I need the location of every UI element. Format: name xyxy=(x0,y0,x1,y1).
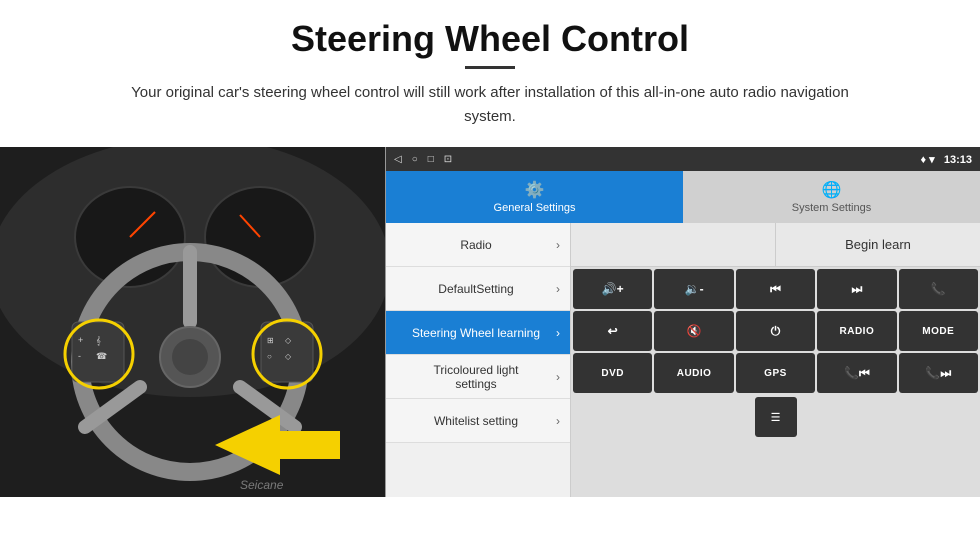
begin-learn-button[interactable]: Begin learn xyxy=(776,223,980,266)
car-image-area: + 𝄞 - ☎ ⊞ ◇ ○ ◇ Seic xyxy=(0,147,385,497)
back-icon: ◁ xyxy=(394,154,402,165)
next-track-button[interactable]: ⏭ xyxy=(817,269,896,309)
menu-icon: ☰ xyxy=(771,411,781,424)
tab-general[interactable]: ⚙️ General Settings xyxy=(386,171,683,223)
menu-item-radio[interactable]: Radio › xyxy=(386,223,570,267)
left-menu: Radio › DefaultSetting › Steering Wheel … xyxy=(386,223,571,497)
chevron-icon: › xyxy=(556,282,560,296)
menu-item-default[interactable]: DefaultSetting › xyxy=(386,267,570,311)
vol-up-button[interactable]: 🔊+ xyxy=(573,269,652,309)
phone-next-button[interactable]: 📞⏭ xyxy=(899,353,978,393)
radio-label: RADIO xyxy=(840,326,875,337)
phone-prev-button[interactable]: 📞⏮ xyxy=(817,353,896,393)
menu-button[interactable]: ☰ xyxy=(755,397,797,437)
clock: 13:13 xyxy=(944,154,972,166)
tab-system[interactable]: 🌐 System Settings xyxy=(683,171,980,223)
tab-system-label: System Settings xyxy=(792,202,871,214)
header-section: Steering Wheel Control Your original car… xyxy=(0,0,980,139)
tab-bar: ⚙️ General Settings 🌐 System Settings xyxy=(386,171,980,223)
menu-steering-label: Steering Wheel learning xyxy=(396,326,556,340)
status-bar-left: ◁ ○ □ ⊡ xyxy=(394,154,452,165)
tab-general-label: General Settings xyxy=(494,202,576,214)
status-bar: ◁ ○ □ ⊡ ♦ ▾ 13:13 xyxy=(386,147,980,171)
top-row: Begin learn xyxy=(571,223,980,267)
phone-answer-button[interactable]: 📞 xyxy=(899,269,978,309)
hang-up-icon: ↩ xyxy=(608,324,618,338)
radio-button[interactable]: RADIO xyxy=(817,311,896,351)
steering-wheel-container: + 𝄞 - ☎ ⊞ ◇ ○ ◇ Seic xyxy=(0,147,385,497)
gps-label: GPS xyxy=(764,368,787,379)
next-track-icon: ⏭ xyxy=(851,282,862,297)
gps-button[interactable]: GPS xyxy=(736,353,815,393)
menu-item-whitelist[interactable]: Whitelist setting › xyxy=(386,399,570,443)
main-content: + 𝄞 - ☎ ⊞ ◇ ○ ◇ Seic xyxy=(0,147,980,497)
menu-radio-label: Radio xyxy=(396,238,556,252)
menu-default-label: DefaultSetting xyxy=(396,282,556,296)
prev-track-button[interactable]: ⏮ xyxy=(736,269,815,309)
svg-text:○: ○ xyxy=(267,352,272,361)
phone-prev-icon: 📞⏮ xyxy=(844,366,870,381)
general-settings-icon: ⚙️ xyxy=(525,180,545,200)
page-title: Steering Wheel Control xyxy=(60,18,920,60)
hang-up-button[interactable]: ↩ xyxy=(573,311,652,351)
chevron-icon: › xyxy=(556,326,560,340)
menu-tricoloured-label: Tricoloured lightsettings xyxy=(396,363,556,391)
svg-text:+: + xyxy=(78,335,83,345)
phone-icon: 📞 xyxy=(931,282,946,296)
signal-icons: ♦ ▾ xyxy=(920,154,940,166)
android-ui: ◁ ○ □ ⊡ ♦ ▾ 13:13 ⚙️ General Settings 🌐 xyxy=(385,147,980,497)
bottom-single-row: ☰ xyxy=(571,395,980,439)
right-panel: Begin learn 🔊+ 🔉- ⏮ xyxy=(571,223,980,497)
subtitle-text: Your original car's steering wheel contr… xyxy=(110,81,870,129)
system-settings-icon: 🌐 xyxy=(822,180,842,200)
svg-text:◇: ◇ xyxy=(285,352,292,361)
power-button[interactable]: ⏻ xyxy=(736,311,815,351)
power-icon: ⏻ xyxy=(771,324,781,339)
svg-text:◇: ◇ xyxy=(285,336,292,345)
svg-text:-: - xyxy=(78,351,81,361)
mode-button[interactable]: MODE xyxy=(899,311,978,351)
recents-icon: □ xyxy=(428,154,434,165)
audio-label: AUDIO xyxy=(677,368,712,379)
vol-down-button[interactable]: 🔉- xyxy=(654,269,733,309)
blank-area xyxy=(571,223,776,266)
menu-item-tricoloured[interactable]: Tricoloured lightsettings › xyxy=(386,355,570,399)
mode-label: MODE xyxy=(922,326,954,337)
prev-track-icon: ⏮ xyxy=(770,282,781,297)
mute-icon: 🔇 xyxy=(687,324,702,338)
menu-whitelist-label: Whitelist setting xyxy=(396,414,556,428)
dvd-label: DVD xyxy=(601,368,624,379)
audio-button[interactable]: AUDIO xyxy=(654,353,733,393)
vol-down-icon: 🔉- xyxy=(685,282,704,296)
dvd-button[interactable]: DVD xyxy=(573,353,652,393)
svg-text:☎: ☎ xyxy=(96,351,107,361)
screenshot-icon: ⊡ xyxy=(444,154,452,165)
chevron-icon: › xyxy=(556,238,560,252)
mute-button[interactable]: 🔇 xyxy=(654,311,733,351)
svg-text:⊞: ⊞ xyxy=(267,336,274,345)
page-wrapper: Steering Wheel Control Your original car… xyxy=(0,0,980,497)
phone-next-icon: 📞⏭ xyxy=(925,366,951,381)
svg-text:𝄞: 𝄞 xyxy=(96,336,101,345)
content-area: Radio › DefaultSetting › Steering Wheel … xyxy=(386,223,980,497)
svg-text:Seicane: Seicane xyxy=(240,478,284,492)
vol-up-icon: 🔊+ xyxy=(602,282,624,296)
home-icon: ○ xyxy=(412,154,418,165)
status-time: ♦ ▾ 13:13 xyxy=(920,153,972,166)
buttons-grid: 🔊+ 🔉- ⏮ ⏭ 📞 xyxy=(571,267,980,395)
menu-item-steering[interactable]: Steering Wheel learning › xyxy=(386,311,570,355)
title-divider xyxy=(465,66,515,69)
chevron-icon: › xyxy=(556,414,560,428)
chevron-icon: › xyxy=(556,370,560,384)
